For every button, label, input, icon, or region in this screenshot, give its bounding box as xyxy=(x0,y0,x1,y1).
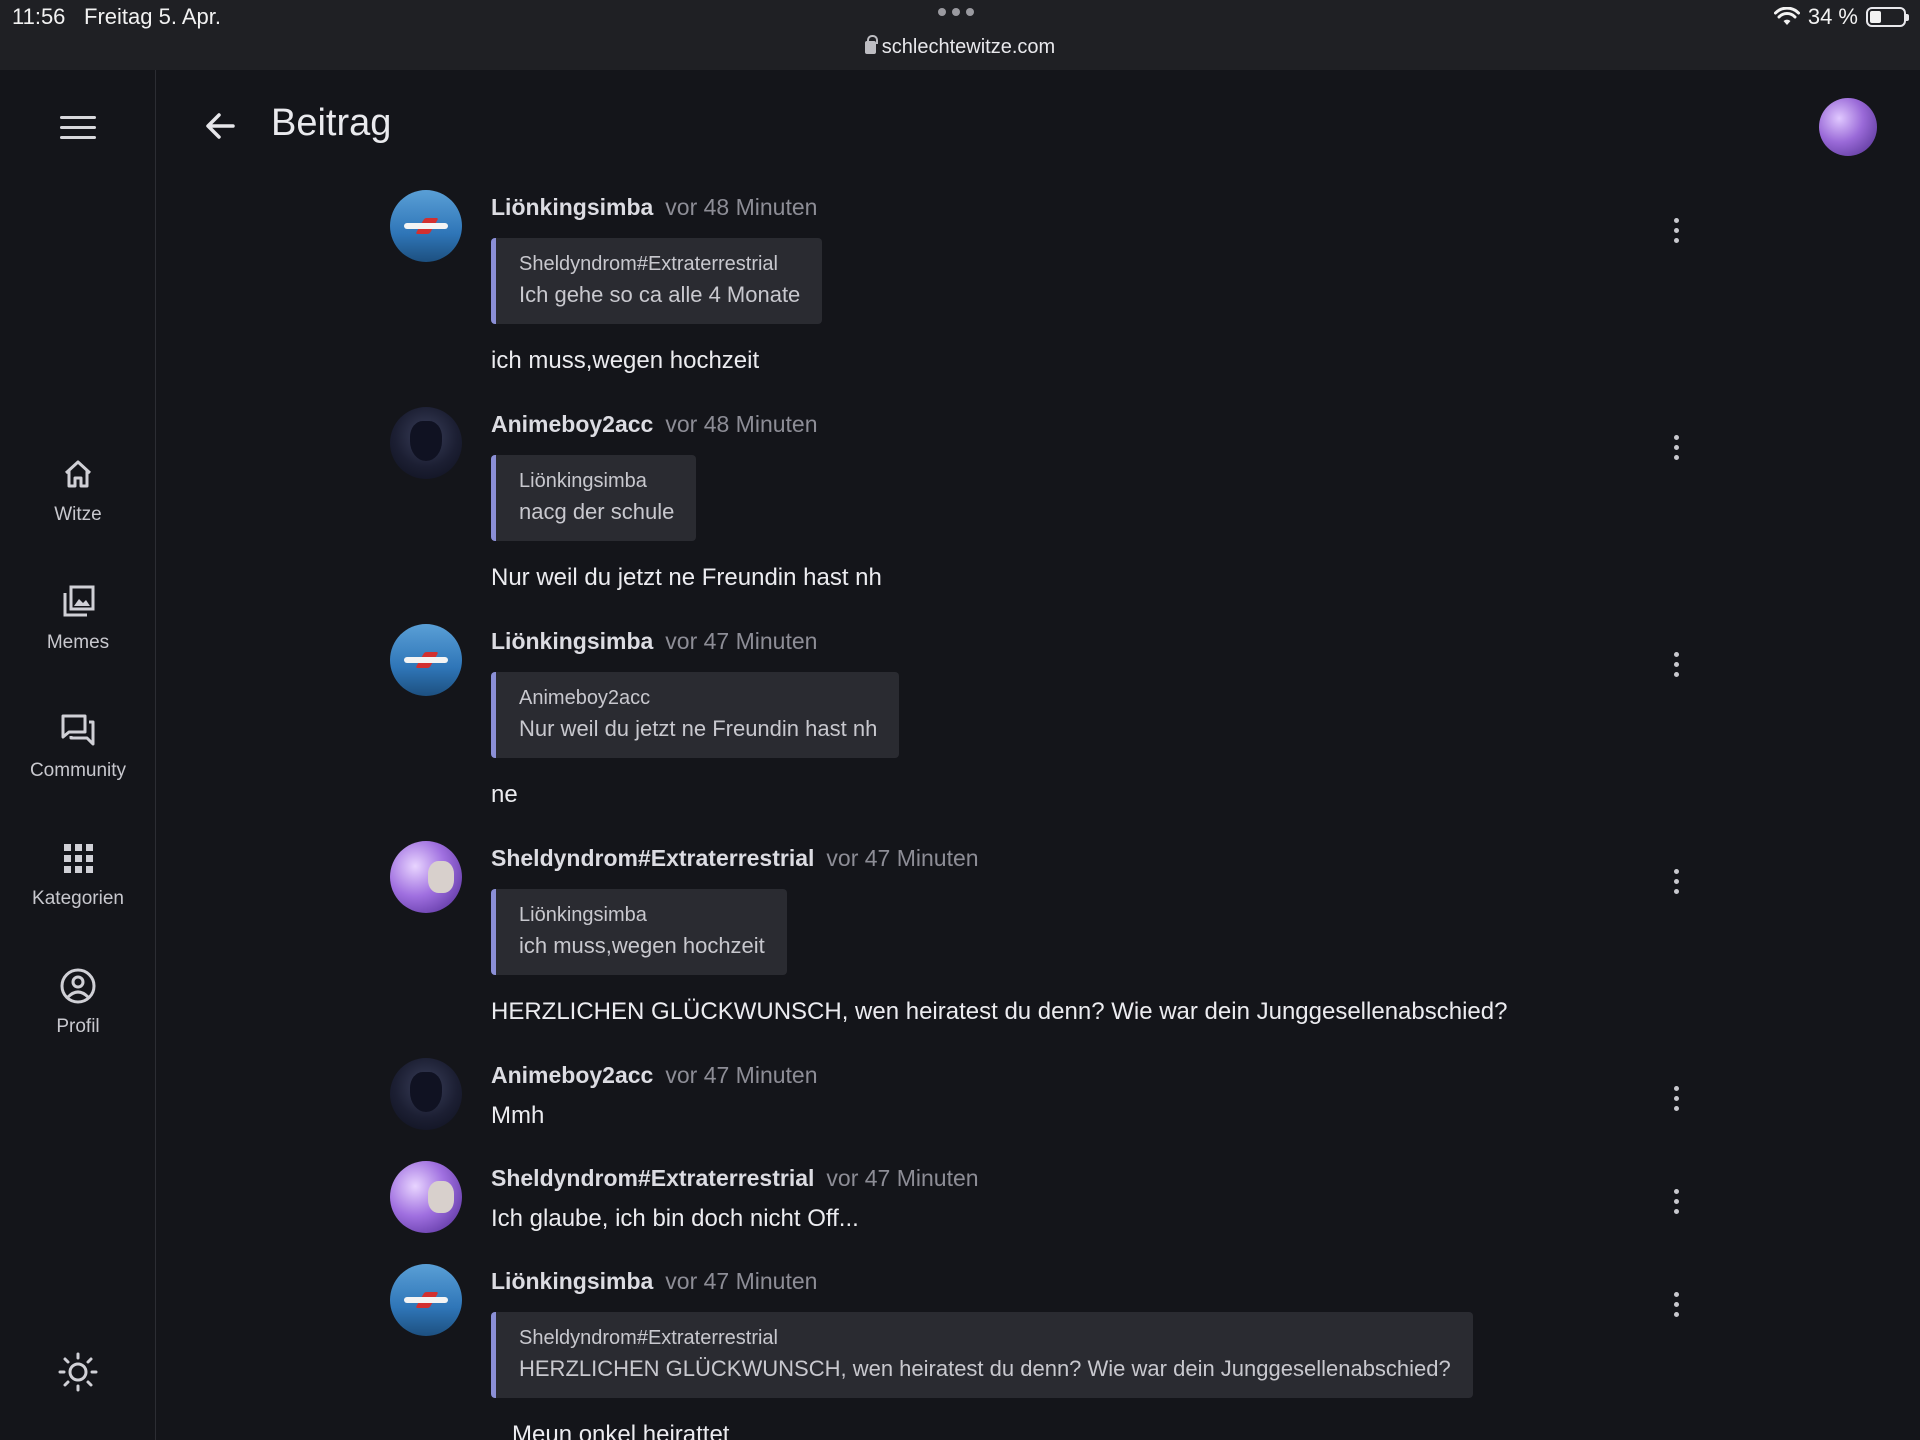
comment-text: Mmh xyxy=(491,1102,545,1129)
comment-text: Ich glaube, ich bin doch nicht Off... xyxy=(491,1205,859,1232)
avatar[interactable] xyxy=(390,190,462,262)
quoted-reply[interactable]: Sheldyndrom#Extraterrestrial Ich gehe so… xyxy=(491,238,823,324)
forum-icon xyxy=(61,714,95,746)
comment-time: vor 47 Minuten xyxy=(665,628,818,654)
quote-author: Liönkingsimba xyxy=(519,904,647,926)
status-date: Freitag 5. Apr. xyxy=(84,4,221,29)
avatar[interactable] xyxy=(390,1058,462,1130)
battery-icon xyxy=(1866,7,1909,27)
sidebar-item-label: Witze xyxy=(54,504,102,525)
quote-text: Ich gehe so ca alle 4 Monate xyxy=(519,282,801,307)
user-avatar[interactable] xyxy=(1819,98,1877,156)
comment-meta: Liönkingsimba vor 48 Minuten xyxy=(491,194,817,221)
more-options-icon[interactable] xyxy=(1664,869,1688,899)
comment-meta: Animeboy2acc vor 48 Minuten xyxy=(491,411,818,438)
quote-author: Sheldyndrom#Extraterrestrial xyxy=(519,253,778,275)
page-title: Beitrag xyxy=(271,102,392,144)
address-bar[interactable]: schlechtewitze.com xyxy=(0,35,1920,59)
sidebar-item-label: Community xyxy=(29,760,127,781)
sidebar-item-community[interactable]: Community xyxy=(0,710,156,820)
more-options-icon[interactable] xyxy=(1664,1086,1688,1116)
comment-author[interactable]: Liönkingsimba xyxy=(491,194,653,220)
quote-text: HERZLICHEN GLÜCKWUNSCH, wen heiratest du… xyxy=(519,1356,1451,1381)
comment-meta: Sheldyndrom#Extraterrestrial vor 47 Minut… xyxy=(491,1165,979,1192)
comment-text: ich muss,wegen hochzeit xyxy=(491,347,760,374)
quoted-reply[interactable]: Liönkingsimba ich muss,wegen hochzeit xyxy=(491,889,787,975)
multitasking-dots-icon[interactable] xyxy=(938,8,974,16)
comment-time: vor 47 Minuten xyxy=(826,1165,979,1191)
comment: Liönkingsimba vor 48 Minuten Sheldyndrom#… xyxy=(390,190,1690,390)
quote-text: ich muss,wegen hochzeit xyxy=(519,933,765,958)
sidebar-item-label: Kategorien xyxy=(32,888,124,909)
sidebar-item-label: Profil xyxy=(56,1016,100,1037)
comment-text: ne xyxy=(491,781,518,808)
comment-text: Meun onkel heirattet xyxy=(512,1421,730,1440)
hamburger-menu-icon[interactable] xyxy=(60,116,96,146)
comment-meta: Liönkingsimba vor 47 Minuten xyxy=(491,1268,817,1295)
comment-meta: Animeboy2acc vor 47 Minuten xyxy=(491,1062,818,1089)
image-gallery-icon xyxy=(63,585,95,617)
comment-meta: Sheldyndrom#Extraterrestrial vor 47 Minut… xyxy=(491,845,979,872)
sidebar-item-memes[interactable]: Memes xyxy=(0,582,156,692)
comment-text: HERZLICHEN GLÜCKWUNSCH, wen heiratest du… xyxy=(491,998,1508,1025)
quote-author: Sheldyndrom#Extraterrestrial xyxy=(519,1327,778,1349)
more-options-icon[interactable] xyxy=(1664,1189,1688,1219)
quote-text: Nur weil du jetzt ne Freundin hast nh xyxy=(519,716,878,741)
comment-author[interactable]: Sheldyndrom#Extraterrestrial xyxy=(491,1165,814,1191)
grid-icon xyxy=(64,844,93,873)
avatar[interactable] xyxy=(390,1264,462,1336)
sidebar: Witze Memes Community Kategorien Profil xyxy=(0,70,156,1440)
quoted-reply[interactable]: Sheldyndrom#Extraterrestrial HERZLICHEN … xyxy=(491,1312,1473,1398)
more-options-icon[interactable] xyxy=(1664,652,1688,682)
more-options-icon[interactable] xyxy=(1664,1292,1688,1322)
avatar[interactable] xyxy=(390,624,462,696)
status-indicators: 34 % xyxy=(1773,4,1909,30)
lock-icon xyxy=(864,35,878,54)
comment-time: vor 48 Minuten xyxy=(665,194,818,220)
wifi-icon xyxy=(1773,7,1800,25)
sidebar-item-kategorien[interactable]: Kategorien xyxy=(0,838,156,948)
quote-author: Liönkingsimba xyxy=(519,470,647,492)
status-time: 11:56 xyxy=(12,4,66,29)
more-options-icon[interactable] xyxy=(1664,218,1688,248)
more-options-icon[interactable] xyxy=(1664,435,1688,465)
browser-status-bar: 11:56 Freitag 5. Apr. schlechtewitze.com… xyxy=(0,0,1920,70)
comment-text: Nur weil du jetzt ne Freundin hast nh xyxy=(491,564,882,591)
comment-meta: Liönkingsimba vor 47 Minuten xyxy=(491,628,817,655)
avatar[interactable] xyxy=(390,841,462,913)
comment: Sheldyndrom#Extraterrestrial vor 47 Minut… xyxy=(390,1161,1690,1251)
comment-time: vor 47 Minuten xyxy=(665,1062,818,1088)
sun-icon[interactable] xyxy=(56,1350,100,1394)
comment-author[interactable]: Animeboy2acc xyxy=(491,411,653,437)
comment: Animeboy2acc vor 47 Minuten Mmh xyxy=(390,1058,1690,1148)
home-icon xyxy=(64,460,92,488)
url-text: schlechtewitze.com xyxy=(881,36,1056,58)
quoted-reply[interactable]: Liönkingsimba nacg der schule xyxy=(491,455,697,541)
comment-author[interactable]: Sheldyndrom#Extraterrestrial xyxy=(491,845,814,871)
account-circle-icon xyxy=(60,968,96,1004)
avatar[interactable] xyxy=(390,407,462,479)
back-arrow-icon[interactable] xyxy=(203,108,239,144)
sidebar-item-profil[interactable]: Profil xyxy=(0,966,156,1076)
comment: Liönkingsimba vor 47 Minuten Animeboy2acc… xyxy=(390,624,1690,824)
quote-author: Animeboy2acc xyxy=(519,687,651,709)
comment: Sheldyndrom#Extraterrestrial vor 47 Minut… xyxy=(390,841,1690,1041)
quote-text: nacg der schule xyxy=(519,499,675,524)
avatar[interactable] xyxy=(390,1161,462,1233)
comment: Animeboy2acc vor 48 Minuten Liönkingsimba… xyxy=(390,407,1690,607)
quoted-reply[interactable]: Animeboy2acc Nur weil du jetzt ne Freund… xyxy=(491,672,900,758)
sidebar-item-label: Memes xyxy=(46,632,110,653)
comment-author[interactable]: Liönkingsimba xyxy=(491,1268,653,1294)
battery-percent: 34 % xyxy=(1807,4,1858,29)
comment-author[interactable]: Liönkingsimba xyxy=(491,628,653,654)
comment-time: vor 47 Minuten xyxy=(665,1268,818,1294)
sidebar-item-witze[interactable]: Witze xyxy=(0,454,156,564)
comment-author[interactable]: Animeboy2acc xyxy=(491,1062,653,1088)
comment-time: vor 48 Minuten xyxy=(665,411,818,437)
comment-time: vor 47 Minuten xyxy=(826,845,979,871)
page-header: Beitrag xyxy=(157,70,1920,180)
comment: Liönkingsimba vor 47 Minuten Sheldyndrom#… xyxy=(390,1264,1690,1440)
